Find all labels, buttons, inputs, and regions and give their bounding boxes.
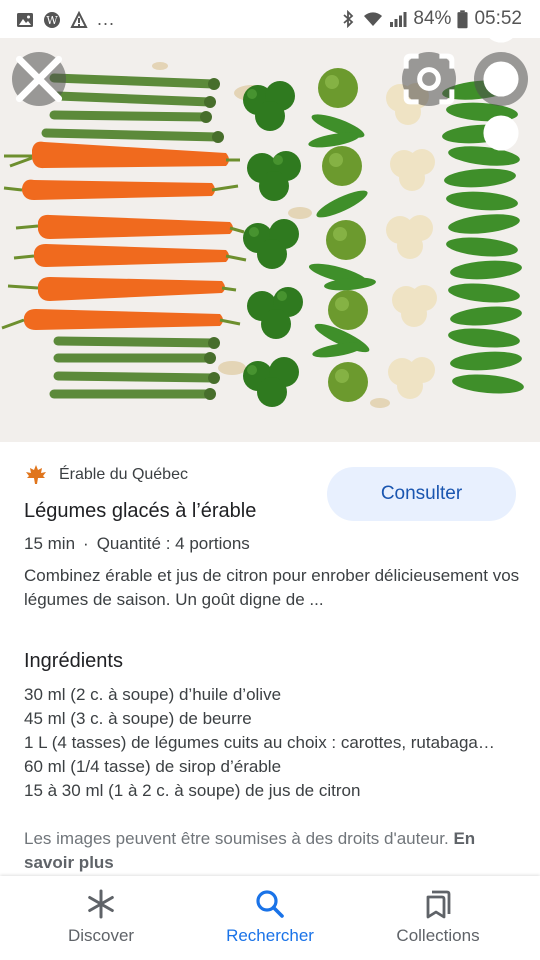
ingredient-item: 45 ml (3 c. à soupe) de beurre — [24, 709, 252, 728]
bookmarks-icon — [426, 890, 451, 919]
wifi-icon — [364, 12, 383, 26]
data-alert-icon — [70, 10, 88, 28]
lens-icon — [403, 53, 455, 105]
battery-percent: 84% — [413, 8, 452, 29]
recipe-title[interactable]: Légumes glacés à l’érable — [24, 500, 256, 523]
recipe-meta: 15 min · Quantité : 4 portions — [24, 534, 250, 554]
lens-button[interactable] — [402, 52, 456, 106]
ingredient-item: 30 ml (2 c. à soupe) d’huile d’olive — [24, 685, 282, 704]
copyright-notice: Les images peuvent être soumises à des d… — [24, 827, 494, 875]
bottom-navigation: Discover Rechercher Collections — [0, 876, 540, 960]
copyright-text: Les images peuvent être soumises à des d… — [24, 829, 449, 848]
more-notifications-indicator: ... — [97, 9, 116, 29]
clock: 05:52 — [474, 8, 522, 29]
source-name: Érable du Québec — [59, 466, 188, 483]
result-details: Érable du Québec Consulter Légumes glacé… — [0, 442, 540, 876]
ingredients-heading: Ingrédients — [24, 650, 123, 672]
nav-collections-label: Collections — [396, 926, 480, 945]
ingredient-item: 1 L (4 tasses) de légumes cuits au choix… — [24, 733, 495, 752]
recipe-servings: Quantité : 4 portions — [96, 534, 250, 553]
image-notification-icon — [17, 12, 33, 27]
maple-leaf-icon — [26, 465, 46, 484]
more-vert-icon — [483, 38, 519, 151]
bluetooth-icon — [343, 10, 354, 28]
signal-icon — [390, 12, 407, 27]
wordpress-icon: W — [44, 11, 60, 28]
ingredients-list: 30 ml (2 c. à soupe) d’huile d’olive 45 … — [24, 683, 524, 803]
status-notifications: W ... — [16, 9, 115, 30]
asterisk-icon — [88, 889, 114, 919]
nav-search-label: Rechercher — [226, 926, 314, 945]
source-row[interactable]: Érable du Québec — [25, 464, 188, 486]
close-button[interactable] — [12, 52, 66, 106]
battery-icon — [457, 9, 468, 28]
status-bar: W ... 84% 05:52 — [0, 0, 540, 38]
recipe-description: Combinez érable et jus de citron pour en… — [24, 566, 520, 609]
close-icon — [15, 55, 63, 103]
consult-button[interactable]: Consulter — [327, 467, 516, 521]
meta-separator: · — [83, 534, 89, 553]
recipe-image[interactable] — [0, 38, 540, 442]
more-options-button[interactable] — [474, 38, 528, 151]
svg-text:W: W — [46, 14, 58, 27]
nav-discover-label: Discover — [67, 926, 135, 945]
recipe-time: 15 min — [24, 534, 76, 553]
nav-collections[interactable]: Collections — [358, 888, 518, 946]
search-icon — [256, 890, 284, 918]
status-system: 84% 05:52 — [339, 8, 522, 30]
nav-discover[interactable]: Discover — [21, 888, 181, 946]
nav-search[interactable]: Rechercher — [190, 888, 350, 946]
ingredient-item: 60 ml (1/4 tasse) de sirop d’érable — [24, 757, 282, 776]
vegetables-photo — [0, 38, 540, 442]
ingredient-item: 15 à 30 ml (1 à 2 c. à soupe) de jus de … — [24, 781, 361, 800]
